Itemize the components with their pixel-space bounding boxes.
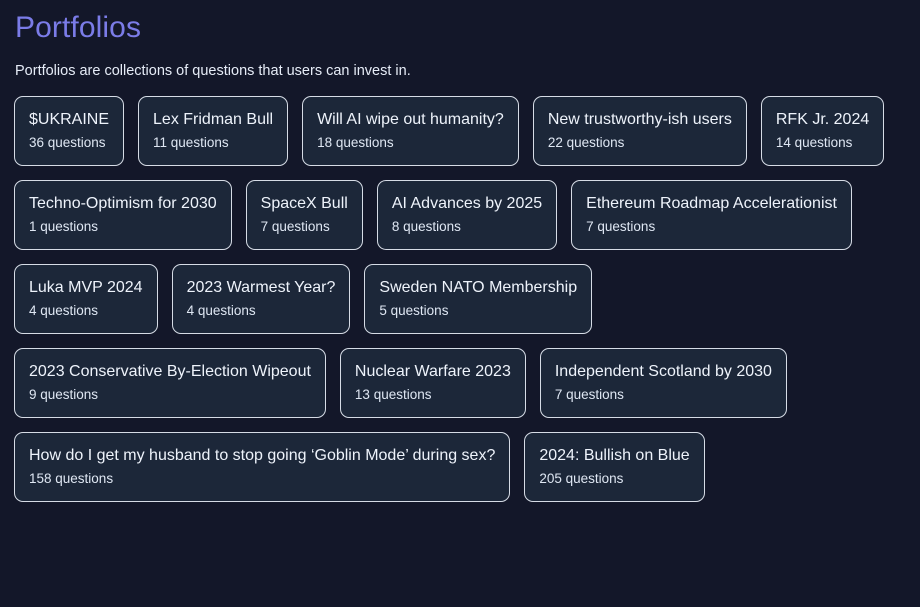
- portfolio-card-question-count: 8 questions: [391, 219, 461, 234]
- portfolio-card-question-count: 22 questions: [547, 135, 625, 150]
- portfolio-card[interactable]: AI Advances by 2025 8 questions: [376, 180, 558, 250]
- portfolio-card-question-count: 4 questions: [186, 303, 256, 318]
- portfolio-card-title: RFK Jr. 2024: [775, 111, 870, 128]
- portfolio-card-question-count: 36 questions: [29, 135, 106, 150]
- portfolio-card-title: 2023 Conservative By-Election Wipeout: [29, 363, 311, 380]
- portfolio-card-question-count: 205 questions: [539, 471, 624, 486]
- portfolio-card-question-count: 9 questions: [29, 387, 99, 402]
- portfolio-card[interactable]: Sweden NATO Membership 5 questions: [364, 264, 593, 334]
- portfolio-card-title: New trustworthy-ish users: [547, 111, 732, 128]
- portfolio-card-question-count: 4 questions: [29, 303, 99, 318]
- portfolio-card-question-count: 14 questions: [775, 135, 853, 150]
- portfolio-card[interactable]: $UKRAINE 36 questions: [14, 96, 125, 166]
- portfolio-card[interactable]: Luka MVP 2024 4 questions: [14, 264, 158, 334]
- portfolio-card-title: SpaceX Bull: [260, 195, 348, 212]
- portfolio-card-question-count: 5 questions: [379, 303, 449, 318]
- portfolio-card-question-count: 1 questions: [29, 219, 99, 234]
- portfolio-card[interactable]: Will AI wipe out humanity? 18 questions: [302, 96, 519, 166]
- portfolio-card-title: Luka MVP 2024: [29, 279, 143, 296]
- portfolio-card-title: Ethereum Roadmap Accelerationist: [586, 195, 837, 212]
- portfolio-card-question-count: 18 questions: [317, 135, 394, 150]
- portfolio-card[interactable]: Ethereum Roadmap Accelerationist 7 questi…: [571, 180, 852, 250]
- portfolio-card-title: Sweden NATO Membership: [379, 279, 578, 296]
- portfolio-card-title: Lex Fridman Bull: [153, 111, 274, 128]
- portfolio-card[interactable]: 2023 Warmest Year? 4 questions: [171, 264, 351, 334]
- portfolio-card-title: Independent Scotland by 2030: [554, 363, 772, 380]
- portfolio-card[interactable]: How do I get my husband to stop going ‘G…: [14, 432, 511, 502]
- portfolio-card-question-count: 158 questions: [29, 471, 114, 486]
- portfolio-card-title: 2023 Warmest Year?: [186, 279, 336, 296]
- portfolio-card[interactable]: Independent Scotland by 2030 7 questions: [539, 348, 787, 418]
- portfolio-card-question-count: 11 questions: [153, 135, 229, 150]
- portfolio-card-title: Nuclear Warfare 2023: [354, 363, 511, 380]
- portfolio-card-question-count: 7 questions: [260, 219, 330, 234]
- portfolio-card-title: Techno-Optimism for 2030: [29, 195, 217, 212]
- portfolio-card-title: How do I get my husband to stop going ‘G…: [29, 447, 496, 464]
- portfolio-card[interactable]: Lex Fridman Bull 11 questions: [138, 96, 289, 166]
- portfolio-card-question-count: 7 questions: [586, 219, 656, 234]
- portfolio-card[interactable]: New trustworthy-ish users 22 questions: [532, 96, 747, 166]
- portfolio-card[interactable]: SpaceX Bull 7 questions: [245, 180, 363, 250]
- portfolio-card[interactable]: Nuclear Warfare 2023 13 questions: [339, 348, 526, 418]
- portfolio-card[interactable]: 2024: Bullish on Blue 205 questions: [524, 432, 705, 502]
- portfolios-page: Portfolios Portfolios are collections of…: [0, 0, 920, 607]
- portfolio-card[interactable]: RFK Jr. 2024 14 questions: [760, 96, 885, 166]
- portfolio-card[interactable]: 2023 Conservative By-Election Wipeout 9 q…: [14, 348, 326, 418]
- page-title: Portfolios: [15, 11, 142, 44]
- portfolio-card-question-count: 7 questions: [554, 387, 624, 402]
- portfolio-card[interactable]: Techno-Optimism for 2030 1 questions: [14, 180, 232, 250]
- portfolio-card-title: AI Advances by 2025: [391, 195, 543, 212]
- portfolio-card-title: Will AI wipe out humanity?: [317, 111, 504, 128]
- portfolio-card-question-count: 13 questions: [354, 387, 432, 402]
- portfolio-card-title: 2024: Bullish on Blue: [539, 447, 690, 464]
- portfolio-card-title: $UKRAINE: [29, 111, 110, 128]
- portfolio-grid: $UKRAINE 36 questions Lex Fridman Bull 11 q…: [14, 96, 906, 502]
- page-subtitle: Portfolios are collections of questions …: [15, 63, 411, 79]
